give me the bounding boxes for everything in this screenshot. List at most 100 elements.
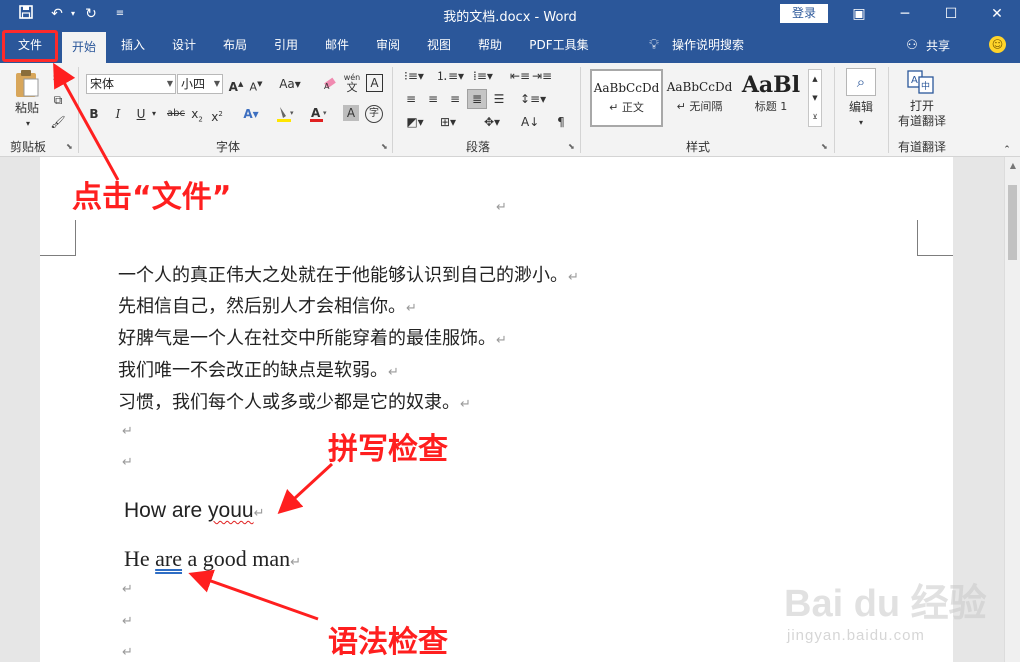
- doc-line-4[interactable]: 我们唯一不会改正的缺点是软弱。↵: [118, 356, 399, 382]
- enclose-char-icon[interactable]: 字: [365, 105, 383, 123]
- doc-line-2[interactable]: 先相信自己，然后别人才会相信你。↵: [118, 292, 417, 318]
- smiley-feedback-icon[interactable]: ☺: [989, 36, 1006, 53]
- superscript-icon[interactable]: x2: [209, 105, 225, 126]
- search-icon[interactable]: ⌕: [846, 68, 876, 96]
- style-no-spacing-sample: AaBbCcDd: [666, 80, 733, 94]
- tell-me-search[interactable]: 操作说明搜索: [668, 28, 748, 63]
- tab-insert[interactable]: 插入: [112, 28, 154, 63]
- sort-icon[interactable]: A↓: [521, 113, 539, 131]
- italic-icon[interactable]: I: [110, 105, 126, 123]
- distributed-icon[interactable]: ☰: [490, 90, 508, 108]
- grow-font-icon[interactable]: A▲: [228, 75, 244, 96]
- underline-dropdown-icon[interactable]: ▾: [149, 105, 159, 123]
- align-left-icon[interactable]: ≡: [402, 90, 420, 108]
- font-color-icon[interactable]: A ▾: [308, 105, 330, 128]
- underline-icon[interactable]: U: [133, 105, 149, 123]
- borders-icon[interactable]: ⊞▾: [436, 113, 460, 131]
- annotation-grammar-check: 语法检查: [328, 625, 448, 660]
- clear-format-icon[interactable]: A: [321, 75, 339, 96]
- tab-view[interactable]: 视图: [418, 28, 460, 63]
- doc-line-5[interactable]: 习惯，我们每个人或多或少都是它的奴隶。↵: [118, 388, 471, 414]
- translate-icon[interactable]: A中: [906, 69, 936, 95]
- close-icon[interactable]: ✕: [974, 0, 1020, 28]
- doc-line-2-text: 先相信自己，然后别人才会相信你。: [118, 296, 406, 317]
- char-shading-icon[interactable]: A: [343, 105, 359, 121]
- scroll-up-icon[interactable]: ▲: [1005, 161, 1020, 170]
- numbering-icon[interactable]: ⒈≡▾: [436, 67, 464, 85]
- strikethrough-icon[interactable]: abc: [166, 105, 186, 123]
- clipboard-launcher-icon[interactable]: ⬊: [66, 142, 73, 151]
- login-button[interactable]: 登录: [780, 4, 828, 23]
- tab-help[interactable]: 帮助: [469, 28, 511, 63]
- bold-icon[interactable]: B: [86, 105, 102, 123]
- doc-line-3-text: 好脾气是一个人在社交中所能穿着的最佳服饰。: [118, 328, 496, 349]
- spelling-error-word[interactable]: youu: [208, 499, 254, 522]
- increase-indent-icon[interactable]: ⇥≡: [532, 67, 552, 85]
- text-effects-icon[interactable]: A▾: [242, 105, 260, 123]
- tab-mailings[interactable]: 邮件: [316, 28, 358, 63]
- translate-label-2[interactable]: 有道翻译: [894, 114, 950, 129]
- font-name-combo[interactable]: 宋体 ▼: [86, 74, 176, 94]
- style-heading-1-name: 标题 1: [754, 100, 788, 113]
- paste-dropdown-icon[interactable]: ▾: [20, 115, 36, 133]
- tab-references[interactable]: 引用: [265, 28, 307, 63]
- vertical-scrollbar[interactable]: ▲: [1004, 157, 1020, 662]
- font-size-combo[interactable]: 小四 ▼: [177, 74, 223, 94]
- scroll-thumb[interactable]: [1008, 185, 1017, 260]
- font-launcher-icon[interactable]: ⬊: [381, 142, 388, 151]
- paste-icon[interactable]: [12, 69, 42, 99]
- share-button[interactable]: 共享: [926, 37, 950, 54]
- copy-icon[interactable]: ⧉: [49, 91, 67, 109]
- chinese-layout-icon[interactable]: ✥▾: [480, 113, 504, 131]
- lightbulb-icon[interactable]: 💡︎: [646, 28, 662, 63]
- justify-icon[interactable]: ≣: [467, 89, 487, 109]
- styles-launcher-icon[interactable]: ⬊: [821, 142, 828, 151]
- translate-label-1[interactable]: 打开: [898, 99, 946, 114]
- char-border-icon[interactable]: A: [366, 74, 383, 92]
- change-case-icon[interactable]: Aa▾: [279, 75, 301, 93]
- doc-line-1[interactable]: 一个人的真正伟大之处就在于他能够认识到自己的渺小。↵: [118, 261, 579, 287]
- multilevel-list-icon[interactable]: ⁞≡▾: [470, 67, 496, 85]
- line-spacing-icon[interactable]: ↕≡▾: [520, 90, 546, 108]
- styles-scroll[interactable]: ▲ ▼ ⊻: [808, 69, 822, 127]
- subscript-icon[interactable]: x2: [189, 105, 205, 128]
- align-right-icon[interactable]: ≡: [446, 90, 464, 108]
- tab-pdf-tools[interactable]: PDF工具集: [524, 28, 594, 63]
- align-center-icon[interactable]: ≡: [424, 90, 442, 108]
- english-line-1[interactable]: How are youu↵: [124, 499, 264, 523]
- style-no-spacing[interactable]: AaBbCcDd ↵ 无间隔: [663, 69, 736, 127]
- phonetic-guide-icon[interactable]: wén 文: [342, 73, 362, 94]
- format-painter-icon[interactable]: 🖌︎: [49, 113, 67, 131]
- tab-design[interactable]: 设计: [163, 28, 205, 63]
- english-line-2[interactable]: He are a good man↵: [124, 546, 301, 572]
- tab-review[interactable]: 审阅: [367, 28, 409, 63]
- paragraph-mark: ↵: [290, 555, 302, 570]
- decrease-indent-icon[interactable]: ⇤≡: [510, 67, 530, 85]
- person-icon[interactable]: ⚇: [904, 28, 920, 63]
- style-normal[interactable]: AaBbCcDd ↵ 正文: [590, 69, 663, 127]
- chevron-down-icon: ▼: [166, 79, 173, 88]
- chevron-down-icon: ▼: [213, 79, 220, 88]
- minimize-icon[interactable]: ─: [882, 0, 928, 28]
- highlight-icon[interactable]: ▾: [275, 105, 297, 128]
- ribbon-display-icon[interactable]: ▣: [836, 0, 882, 28]
- grammar-error-word[interactable]: are: [155, 546, 182, 571]
- style-heading-1[interactable]: AaBl 标题 1: [736, 69, 806, 127]
- style-normal-name: ↵ 正文: [609, 101, 644, 114]
- empty-paragraph-mark: ↵: [122, 424, 133, 439]
- paragraph-launcher-icon[interactable]: ⬊: [568, 142, 575, 151]
- show-marks-icon[interactable]: ¶: [553, 113, 569, 131]
- shading-icon[interactable]: ◩▾: [402, 113, 428, 131]
- cut-icon[interactable]: ✂: [49, 69, 67, 87]
- title-bar: ↶ ▾ ↻ ≡ 我的文档.docx - Word 登录 ▣ ─ ☐ ✕: [0, 0, 1020, 28]
- editing-dropdown-icon[interactable]: ▾: [853, 114, 869, 132]
- tab-home[interactable]: 开始: [62, 32, 106, 63]
- maximize-icon[interactable]: ☐: [928, 0, 974, 28]
- tab-layout[interactable]: 布局: [214, 28, 256, 63]
- doc-line-3[interactable]: 好脾气是一个人在社交中所能穿着的最佳服饰。↵: [118, 324, 507, 350]
- shrink-font-icon[interactable]: A▼: [248, 75, 264, 97]
- styles-group-label: 样式: [686, 140, 711, 154]
- bullets-icon[interactable]: ⁝≡▾: [402, 67, 426, 85]
- svg-text:▾: ▾: [323, 109, 327, 117]
- empty-paragraph-mark: ↵: [122, 614, 133, 629]
